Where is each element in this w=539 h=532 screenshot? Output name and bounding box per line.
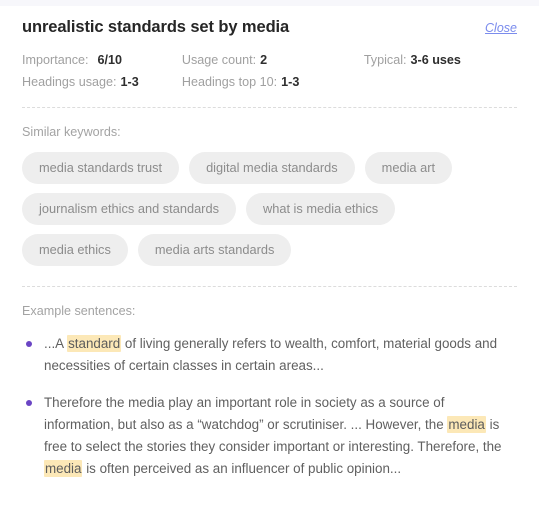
divider-keywords (22, 286, 517, 287)
example-sentences-label: Example sentences: (22, 304, 136, 318)
close-link[interactable]: Close (473, 21, 517, 35)
stats-row-1: Importance: 6/10 Usage count: 2 Typical:… (22, 49, 517, 71)
keyword-chip[interactable]: what is media ethics (245, 193, 396, 225)
similar-keywords-list: media standards trust digital media stand… (22, 152, 492, 266)
sentence-text: is often perceived as an influencer of p… (82, 461, 402, 476)
stat-headings-usage-label: Headings usage: (22, 75, 117, 89)
highlighted-term: media (44, 460, 83, 477)
stat-typical-value: 3-6 uses (410, 53, 461, 67)
keyword-stats: Importance: 6/10 Usage count: 2 Typical:… (22, 49, 517, 93)
stat-headings-usage: Headings usage: 1-3 (22, 71, 182, 93)
similar-keywords-label: Similar keywords: (22, 125, 121, 139)
stat-importance-value: 6/10 (97, 53, 123, 67)
highlighted-term: media (447, 416, 486, 433)
panel-header: unrealistic standards set by media Close (22, 6, 517, 37)
stats-row-2: Headings usage: 1-3 Headings top 10: 1-3 (22, 71, 517, 93)
keyword-chip[interactable]: journalism ethics and standards (22, 193, 236, 225)
stat-usage-count: Usage count: 2 (182, 49, 364, 71)
stat-typical-label: Typical: (363, 53, 407, 67)
sentence-text: ...A (44, 336, 68, 351)
stat-headings-top10-label: Headings top 10: (181, 75, 278, 89)
keyword-chip[interactable]: digital media standards (189, 152, 355, 184)
keyword-chip[interactable]: media arts standards (137, 234, 292, 266)
example-sentence: ...A standard of living generally refers… (22, 333, 517, 377)
stat-usage-count-label: Usage count: (181, 53, 257, 67)
example-sentence: Therefore the media play an important ro… (22, 392, 517, 480)
keyword-detail-panel: unrealistic standards set by media Close… (0, 6, 539, 480)
keyword-chip[interactable]: media art (364, 152, 453, 184)
example-sentences-list: ...A standard of living generally refers… (22, 333, 517, 480)
stat-headings-top10-value: 1-3 (281, 75, 300, 89)
stat-typical: Typical: 3-6 uses (364, 49, 517, 71)
stat-importance: Importance: 6/10 (22, 49, 182, 71)
sentence-text: Therefore the media play an important ro… (44, 395, 448, 432)
highlighted-term: standard (67, 335, 122, 352)
stat-usage-count-value: 2 (260, 53, 268, 67)
keyword-chip[interactable]: media standards trust (22, 152, 180, 184)
page-title: unrealistic standards set by media (22, 18, 290, 36)
stat-headings-top10: Headings top 10: 1-3 (182, 71, 364, 93)
keyword-chip[interactable]: media ethics (22, 234, 128, 266)
divider-stats (22, 107, 517, 108)
stat-importance-label: Importance: (22, 53, 89, 67)
stat-headings-usage-value: 1-3 (120, 75, 139, 89)
